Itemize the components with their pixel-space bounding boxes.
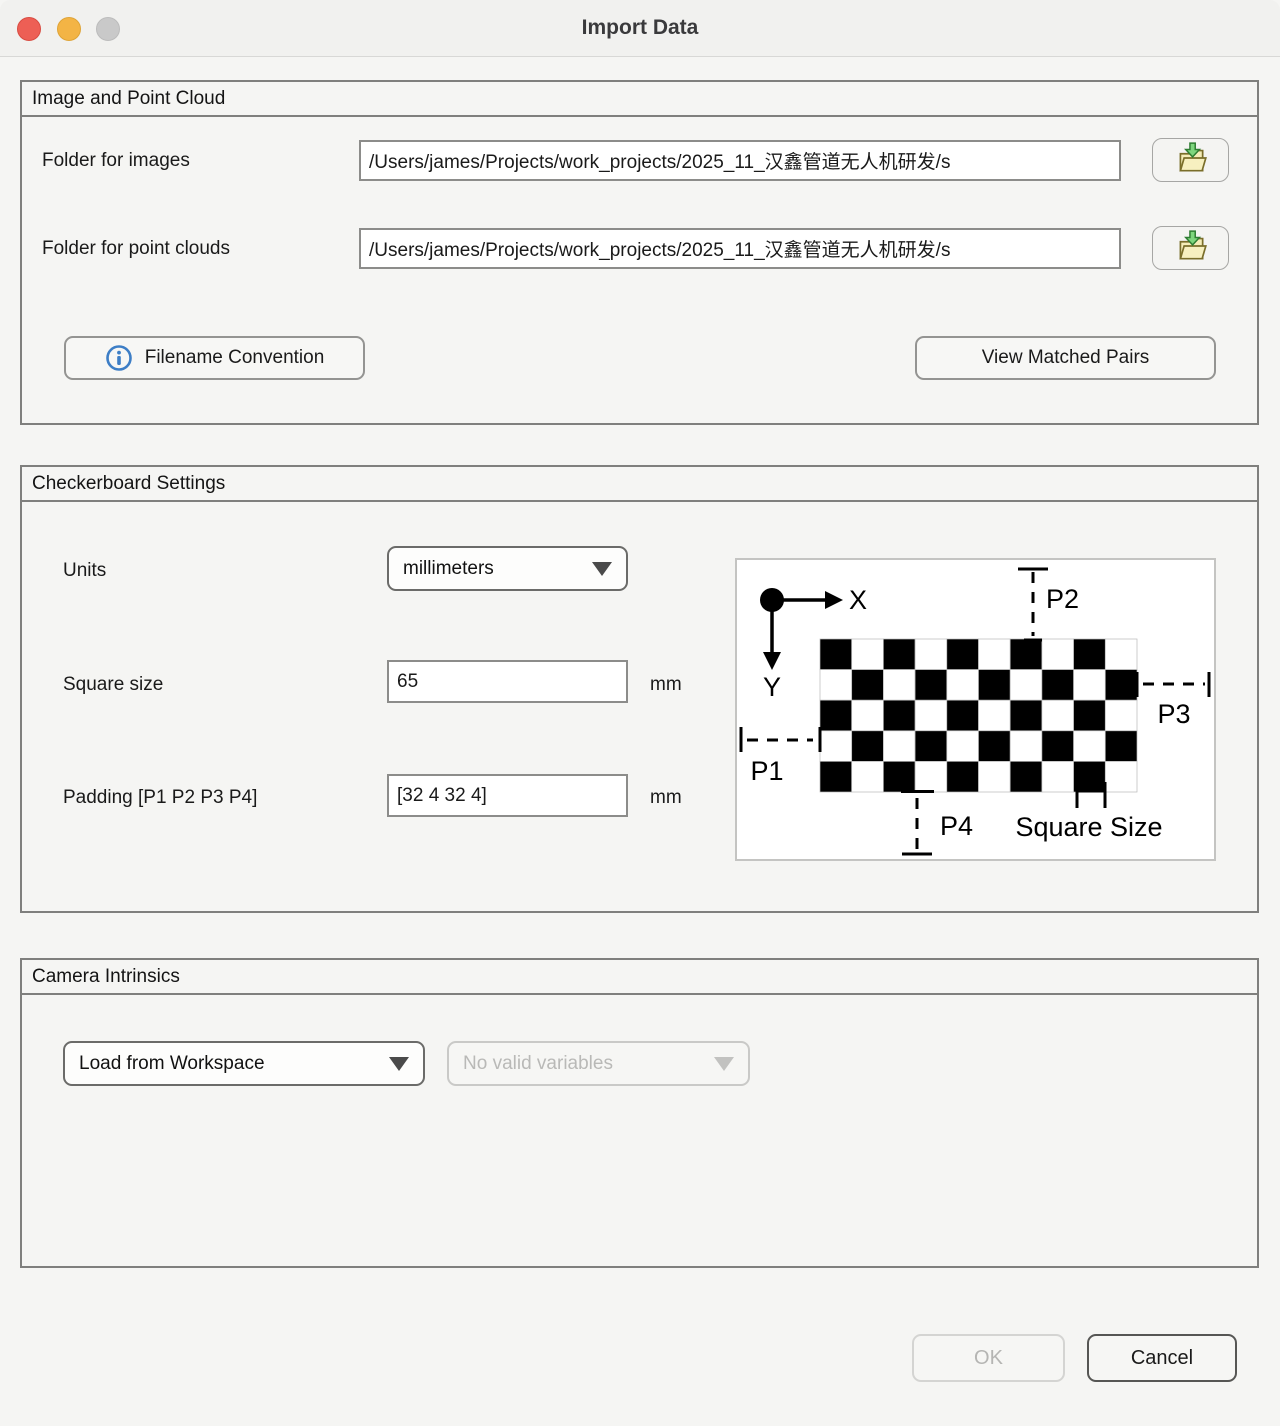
filename-convention-button[interactable]: Filename Convention (64, 336, 365, 380)
caret-down-icon (714, 1057, 734, 1071)
folder-for-point-clouds-label: Folder for point clouds (42, 238, 230, 260)
units-label: Units (63, 560, 106, 582)
square-size-label: Square size (63, 674, 163, 696)
p4-label: P4 (940, 811, 973, 841)
p3-label: P3 (1157, 699, 1190, 729)
browse-point-clouds-button[interactable] (1152, 226, 1229, 270)
checkerboard-pattern (820, 639, 1137, 792)
filename-convention-label: Filename Convention (145, 347, 325, 369)
units-select[interactable]: millimeters (387, 546, 628, 591)
ok-button: OK (912, 1334, 1065, 1382)
p2-label: P2 (1046, 584, 1079, 614)
cancel-button[interactable]: Cancel (1087, 1334, 1237, 1382)
y-axis-label: Y (763, 672, 781, 702)
titlebar: Import Data (0, 0, 1280, 57)
window-title: Import Data (0, 0, 1280, 56)
square-size-input[interactable] (387, 660, 628, 703)
intrinsics-variable-value: No valid variables (463, 1053, 613, 1075)
group-camera-intrinsics: Camera Intrinsics (20, 958, 1259, 1268)
x-axis-label: X (849, 585, 867, 615)
folder-for-images-input[interactable] (359, 140, 1121, 181)
padding-input[interactable] (387, 774, 628, 817)
intrinsics-variable-select: No valid variables (447, 1041, 750, 1086)
checkerboard-diagram-svg: X Y P2 P3 P1 P4 Square Size (737, 560, 1214, 859)
caret-down-icon (592, 562, 612, 576)
units-value: millimeters (403, 558, 494, 580)
folder-for-images-label: Folder for images (42, 150, 190, 172)
folder-for-point-clouds-input[interactable] (359, 228, 1121, 269)
group-title: Checkerboard Settings (22, 467, 1257, 502)
p1-label: P1 (750, 756, 783, 786)
open-folder-import-icon (1173, 228, 1209, 269)
group-title: Camera Intrinsics (22, 960, 1257, 995)
caret-down-icon (389, 1057, 409, 1071)
intrinsics-source-select[interactable]: Load from Workspace (63, 1041, 425, 1086)
browse-images-button[interactable] (1152, 138, 1229, 182)
checkerboard-diagram: X Y P2 P3 P1 P4 Square Size (735, 558, 1216, 861)
info-circle-icon (105, 344, 133, 372)
padding-label: Padding [P1 P2 P3 P4] (63, 787, 257, 809)
square-size-diagram-label: Square Size (1015, 812, 1162, 842)
x-axis-arrowhead (825, 591, 843, 609)
padding-unit-label: mm (650, 787, 682, 809)
view-matched-pairs-label: View Matched Pairs (982, 347, 1150, 369)
square-size-unit-label: mm (650, 674, 682, 696)
intrinsics-source-value: Load from Workspace (79, 1053, 265, 1075)
group-title: Image and Point Cloud (22, 82, 1257, 117)
y-axis-arrowhead (763, 652, 781, 670)
view-matched-pairs-button[interactable]: View Matched Pairs (915, 336, 1216, 380)
open-folder-import-icon (1173, 140, 1209, 181)
